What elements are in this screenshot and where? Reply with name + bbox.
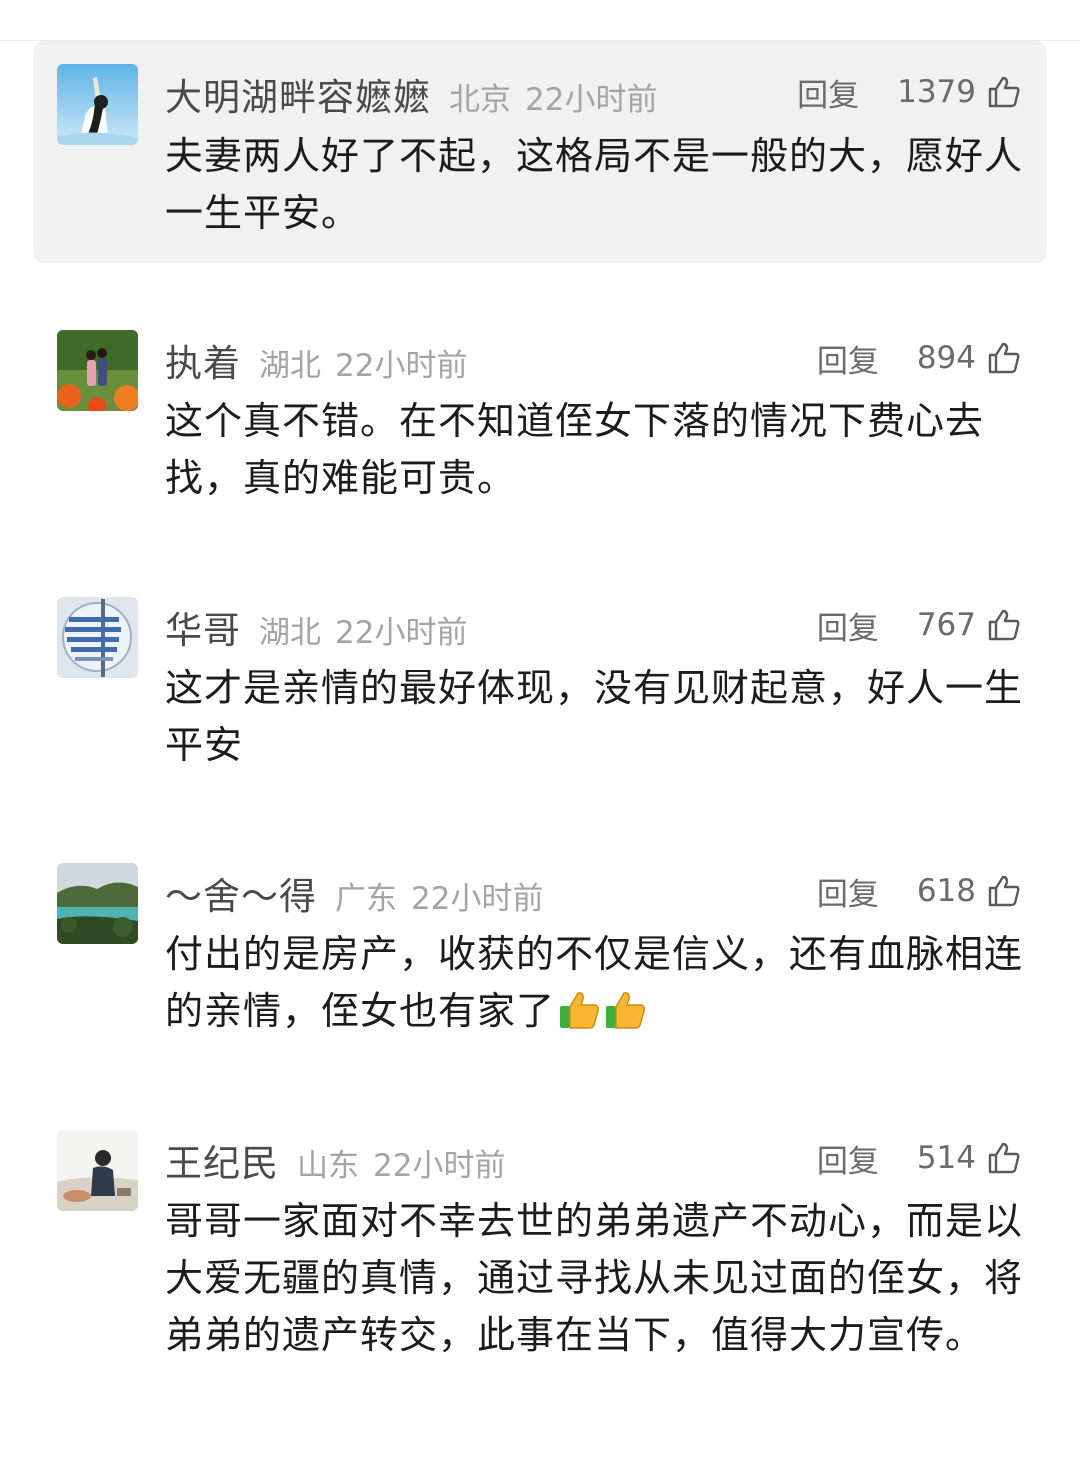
- reply-button[interactable]: 回复: [817, 336, 879, 381]
- comment-actions: 回复 1379: [797, 67, 1022, 117]
- man-outdoor-avatar-icon: [57, 1130, 138, 1211]
- like-count[interactable]: 894: [917, 340, 976, 376]
- like-count[interactable]: 618: [917, 873, 976, 909]
- username[interactable]: 华哥: [165, 600, 241, 654]
- avatar[interactable]: [57, 330, 138, 411]
- avatar[interactable]: [57, 597, 138, 678]
- username[interactable]: ～舍～得: [165, 866, 317, 920]
- avatar[interactable]: [57, 1130, 138, 1211]
- comment-meta: 华哥 湖北 22小时前: [165, 600, 468, 652]
- comment-item: 大明湖畔容嬷嬷 北京 22小时前 回复 1379 夫妻两人好了不起，这格局不是一…: [0, 41, 1080, 263]
- like-count[interactable]: 767: [917, 607, 976, 643]
- comment-actions: 回复 514: [817, 1133, 1022, 1183]
- username[interactable]: 王纪民: [165, 1133, 279, 1187]
- lake-landscape-avatar-icon: [57, 863, 138, 944]
- comment-text: 夫妻两人好了不起，这格局不是一般的大，愿好人一生平安。: [165, 134, 1024, 235]
- location: 山东: [297, 1148, 359, 1184]
- comment-actions: 回复 894: [817, 333, 1022, 383]
- avatar[interactable]: [57, 64, 138, 145]
- comment-text: 这才是亲情的最好体现，没有见财起意，好人一生平安: [165, 666, 1024, 767]
- comment-meta: 王纪民 山东 22小时前: [165, 1133, 506, 1185]
- username[interactable]: 大明湖畔容嬷嬷: [165, 67, 431, 121]
- reply-button[interactable]: 回复: [817, 1136, 879, 1181]
- thumbs-up-emoji-icon: [606, 992, 645, 1029]
- thumbs-up-icon[interactable]: [986, 607, 1022, 643]
- text-badge-avatar-icon: [57, 597, 138, 678]
- thumbs-up-emoji-icon: [560, 992, 599, 1029]
- location: 湖北: [259, 348, 321, 384]
- reply-button[interactable]: 回复: [817, 603, 879, 648]
- username[interactable]: 执着: [165, 333, 241, 387]
- comment-item: ～舍～得 广东 22小时前 回复 618 付出的是房产，收获的不仅是信义，还有血…: [0, 863, 1080, 1063]
- comment-actions: 回复 767: [817, 600, 1022, 650]
- comment-item: 王纪民 山东 22小时前 回复 514 哥哥一家面对不幸去世的弟弟遗产不动心，而…: [0, 1130, 1080, 1430]
- timestamp: 22小时前: [525, 82, 658, 118]
- thumbs-up-icon[interactable]: [986, 74, 1022, 110]
- timestamp: 22小时前: [335, 348, 468, 384]
- timestamp: 22小时前: [411, 881, 544, 917]
- comment-text: 这个真不错。在不知道侄女下落的情况下费心去找，真的难能可贵。: [165, 399, 985, 500]
- comment-meta: 执着 湖北 22小时前: [165, 333, 468, 385]
- thumbs-up-icon[interactable]: [986, 873, 1022, 909]
- thumbs-up-icon[interactable]: [986, 340, 1022, 376]
- person-arm-raised-sky-avatar-icon: [57, 64, 138, 145]
- like-count[interactable]: 514: [917, 1140, 976, 1176]
- comment-meta: ～舍～得 广东 22小时前: [165, 866, 544, 918]
- comment-text: 哥哥一家面对不幸去世的弟弟遗产不动心，而是以大爱无疆的真情，通过寻找从未见过面的…: [165, 1199, 1024, 1357]
- comment-item: 执着 湖北 22小时前 回复 894 这个真不错。在不知道侄女下落的情况下费心去…: [0, 330, 1080, 530]
- comment-item: 华哥 湖北 22小时前 回复 767 这才是亲情的最好体现，没有见财起意，好人一…: [0, 597, 1080, 797]
- reply-button[interactable]: 回复: [797, 70, 859, 115]
- location: 广东: [335, 881, 397, 917]
- timestamp: 22小时前: [335, 615, 468, 651]
- comment-meta: 大明湖畔容嬷嬷 北京 22小时前: [165, 67, 658, 119]
- reply-button[interactable]: 回复: [817, 869, 879, 914]
- location: 北京: [449, 82, 511, 118]
- like-count[interactable]: 1379: [897, 74, 976, 110]
- avatar[interactable]: [57, 863, 138, 944]
- thumbs-up-icon[interactable]: [986, 1140, 1022, 1176]
- comment-text: 付出的是房产，收获的不仅是信义，还有血脉相连的亲情，侄女也有家了: [165, 926, 1025, 1040]
- couple-flowers-avatar-icon: [57, 330, 138, 411]
- comment-actions: 回复 618: [817, 866, 1022, 916]
- location: 湖北: [259, 615, 321, 651]
- timestamp: 22小时前: [373, 1148, 506, 1184]
